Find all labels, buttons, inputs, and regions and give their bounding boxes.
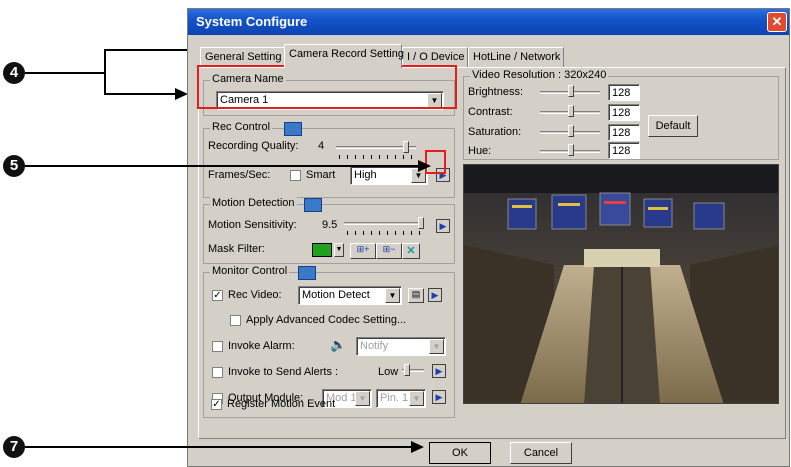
chevron-down-icon[interactable]: ▼ (355, 391, 370, 406)
video-resolution-label: Video Resolution : 320x240 (470, 69, 609, 81)
mask-color-dropdown-icon[interactable]: ▼ (334, 243, 344, 257)
monitor-control-title: Monitor Control (210, 265, 290, 277)
callout-5-arrow (25, 160, 431, 172)
window-title: System Configure (196, 14, 308, 29)
motion-detection-title: Motion Detection (210, 197, 297, 209)
invoke-alarm-label: Invoke Alarm: (228, 340, 295, 352)
callout-7: 7 (3, 436, 25, 458)
tab-hotline-network[interactable]: HotLine / Network (468, 47, 564, 67)
rec-video-label: Rec Video: (228, 289, 282, 301)
motion-detection-group: Motion Detection Motion Sensitivity: 9.5… (203, 197, 455, 264)
rec-video-value: Motion Detect (302, 289, 370, 301)
tab-io-device[interactable]: I / O Device (402, 47, 468, 67)
alerts-level-label: Low (378, 366, 399, 378)
alerts-level-slider[interactable] (402, 363, 424, 379)
rec-video-folder-icon[interactable]: ▤ (408, 288, 424, 303)
chevron-down-icon[interactable]: ▼ (385, 288, 400, 303)
contrast-thumb[interactable] (568, 105, 574, 117)
speaker-icon[interactable]: 🔈 (330, 337, 346, 353)
callout-7-arrow (25, 441, 424, 453)
advanced-codec-label: Apply Advanced Codec Setting... (246, 314, 407, 326)
motion-sensitivity-track (344, 222, 424, 225)
contrast-input[interactable]: 128 (608, 104, 640, 121)
hue-value: 128 (612, 145, 631, 157)
rec-video-play-icon[interactable]: ▶ (428, 288, 442, 302)
rec-video-select[interactable]: Motion Detect ▼ (298, 286, 402, 305)
mask-filter-label: Mask Filter: (208, 243, 265, 255)
motion-detection-settings-icon[interactable] (304, 198, 322, 212)
tab-general-setting[interactable]: General Setting (200, 47, 290, 67)
register-motion-checkbox[interactable]: ✓ (211, 399, 222, 410)
alerts-thumb[interactable] (404, 364, 410, 376)
pin-value: Pin. 1 (380, 392, 409, 404)
recording-quality-thumb[interactable] (403, 141, 409, 153)
motion-detection-play-icon[interactable]: ▶ (436, 219, 450, 233)
callout-4-line (25, 72, 105, 74)
close-icon[interactable]: ✕ (767, 12, 787, 32)
tab-camera-record-setting[interactable]: Camera Record Setting (284, 44, 404, 68)
brightness-value: 128 (612, 87, 631, 99)
saturation-label: Saturation: (468, 126, 522, 138)
chevron-down-icon[interactable]: ▼ (429, 339, 444, 354)
mask-clear-icon[interactable]: ✕ (402, 243, 420, 259)
alarm-select[interactable]: Notify ▼ (356, 337, 446, 356)
send-alerts-checkbox[interactable] (212, 367, 223, 378)
station-scene-image (464, 165, 778, 403)
pin-select[interactable]: Pin. 1 ▼ (376, 389, 426, 408)
alarm-value: Notify (360, 340, 389, 352)
callout-5: 5 (3, 155, 25, 177)
hue-input[interactable]: 128 (608, 142, 640, 159)
cancel-button[interactable]: Cancel (510, 442, 572, 464)
rec-video-checkbox[interactable]: ✓ (212, 290, 223, 301)
rec-control-title: Rec Control (210, 121, 273, 133)
contrast-value: 128 (612, 107, 631, 119)
brightness-label: Brightness: (468, 86, 524, 98)
video-preview (463, 164, 779, 404)
mask-color-swatch[interactable] (312, 243, 332, 257)
callout-4: 4 (3, 62, 25, 84)
camera-name-highlight (197, 65, 457, 109)
brightness-input[interactable]: 128 (608, 84, 640, 101)
send-alerts-label: Invoke to Send Alerts : (228, 366, 339, 378)
hue-label: Hue: (468, 145, 492, 157)
invoke-alarm-checkbox[interactable] (212, 341, 223, 352)
title-bar: System Configure ✕ (188, 9, 789, 35)
hue-thumb[interactable] (568, 144, 574, 156)
video-settings-group: Video Resolution : 320x240 Brightness: 1… (463, 69, 779, 160)
contrast-label: Contrast: (468, 106, 513, 118)
output-module-play-icon[interactable]: ▶ (432, 390, 446, 404)
saturation-value: 128 (612, 127, 631, 139)
monitor-control-settings-icon[interactable] (298, 266, 316, 280)
register-motion-label: Register Motion Event (227, 398, 336, 410)
monitor-control-group: Monitor Control ✓ Rec Video: Motion Dete… (203, 265, 455, 418)
recording-quality-value: 4 (318, 140, 325, 152)
chevron-down-icon[interactable]: ▼ (409, 391, 424, 406)
motion-sensitivity-thumb[interactable] (418, 217, 424, 229)
motion-sensitivity-value: 9.5 (322, 219, 338, 231)
default-button[interactable]: Default (648, 115, 698, 137)
saturation-thumb[interactable] (568, 125, 574, 137)
mask-add-icon[interactable]: ⊞+ (350, 243, 376, 259)
mask-remove-icon[interactable]: ⊞− (376, 243, 402, 259)
recording-quality-label: Recording Quality: (208, 140, 299, 152)
rec-control-settings-icon[interactable] (284, 122, 302, 136)
tab-panel: Camera Name Camera 1 ▼ Rec Control Recor… (198, 67, 786, 439)
saturation-input[interactable]: 128 (608, 124, 640, 141)
advanced-codec-checkbox[interactable] (230, 315, 241, 326)
motion-sensitivity-ticks (347, 231, 423, 235)
motion-sensitivity-label: Motion Sensitivity: (208, 219, 297, 231)
brightness-thumb[interactable] (568, 85, 574, 97)
motion-sensitivity-slider[interactable] (344, 217, 424, 235)
send-alerts-play-icon[interactable]: ▶ (432, 364, 446, 378)
